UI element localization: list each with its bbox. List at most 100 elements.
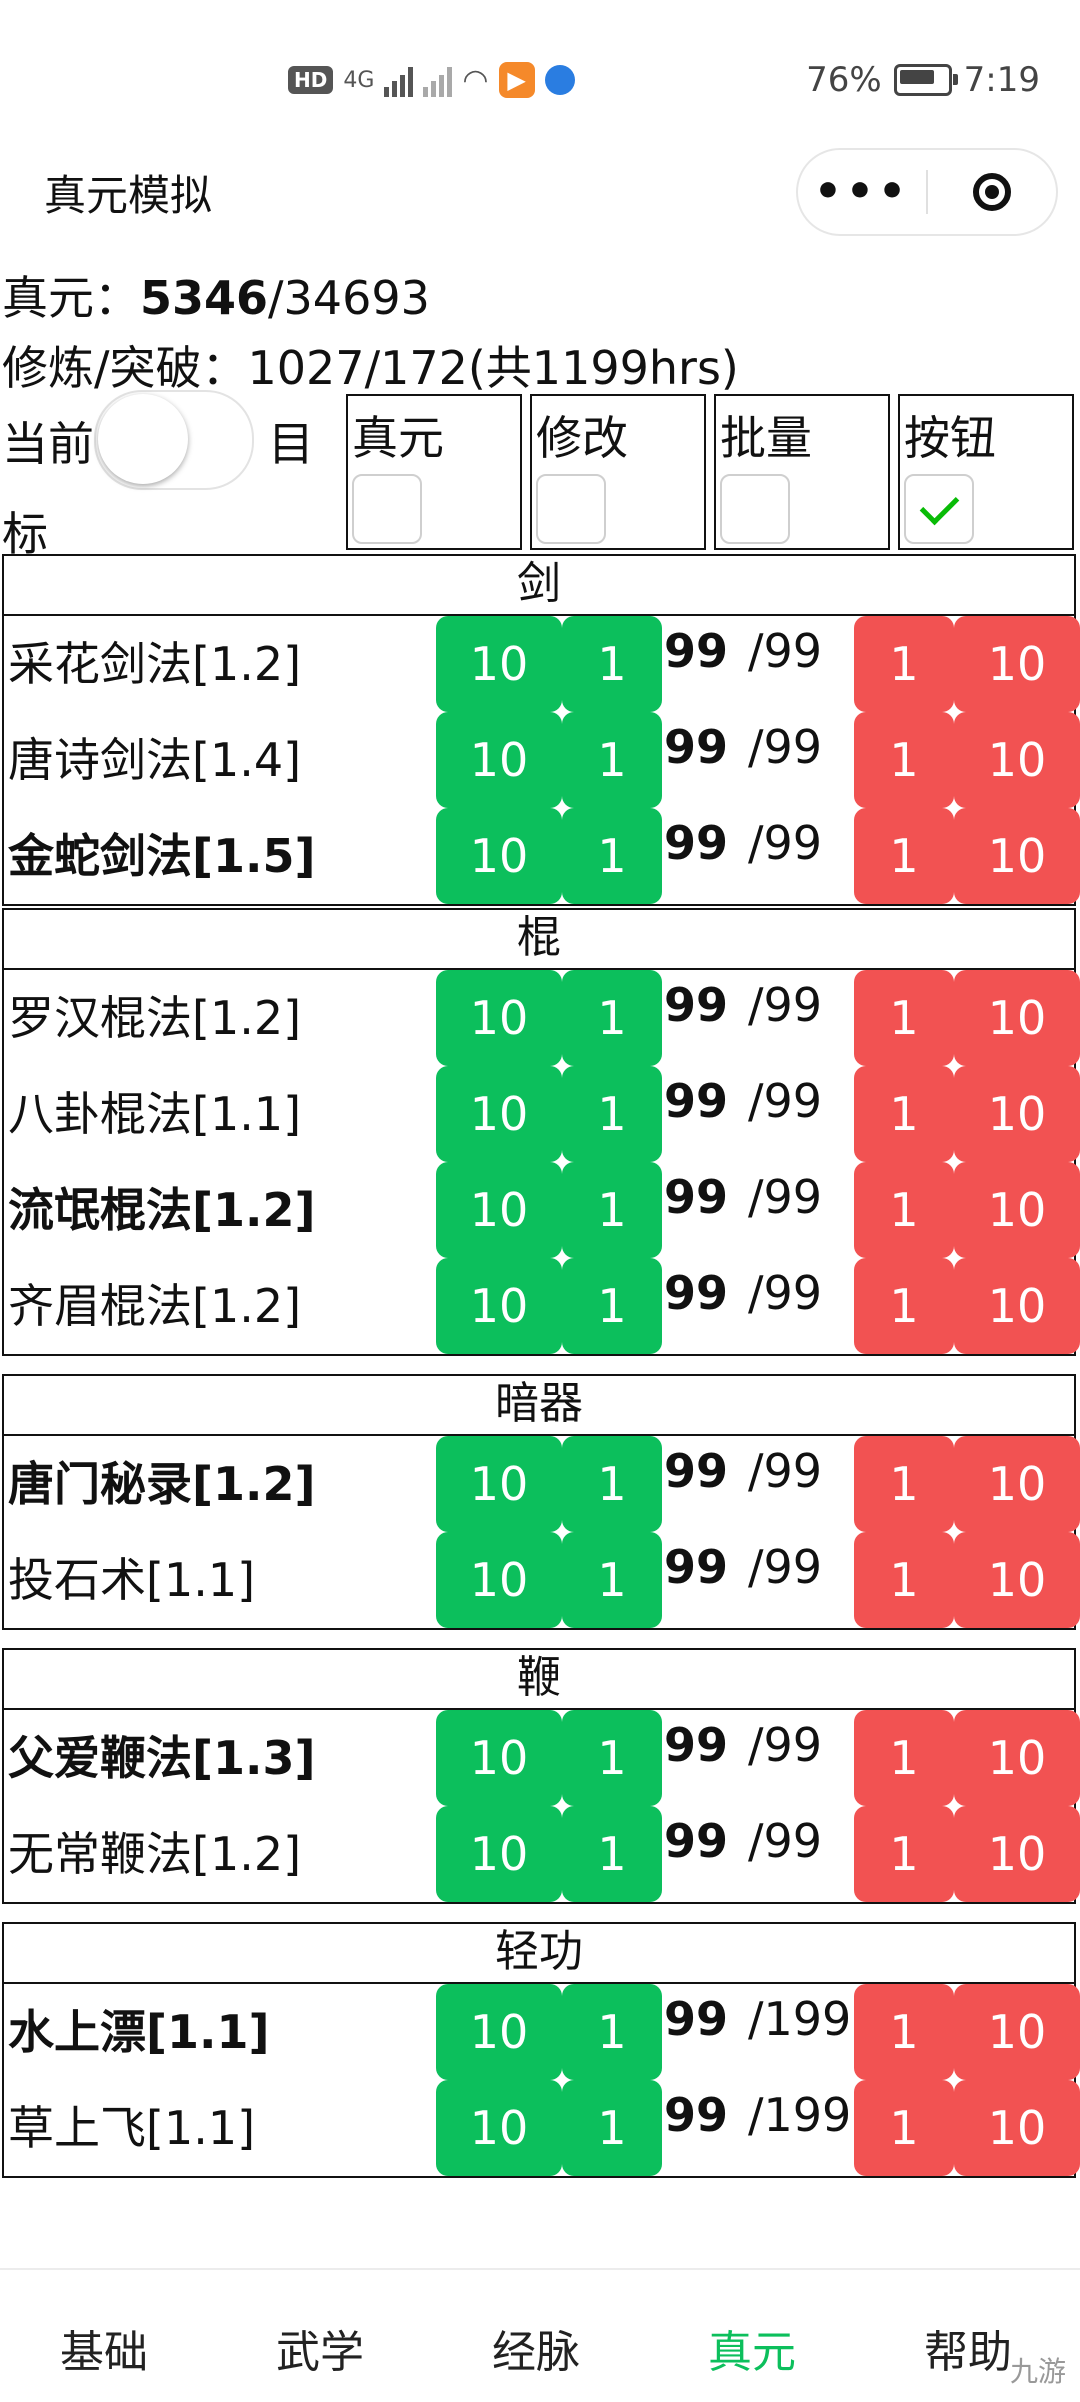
option-batch[interactable]: 批量 <box>714 394 890 550</box>
decrease-10-button[interactable]: 10 <box>954 970 1080 1066</box>
decrease-10-button[interactable]: 10 <box>954 1984 1080 2080</box>
decrease-1-button[interactable]: 1 <box>854 1710 954 1806</box>
option-checkbox-checked[interactable] <box>904 474 974 544</box>
skill-name: 罗汉棍法[1.2] <box>8 991 302 1045</box>
increase-1-button[interactable]: 1 <box>562 1066 662 1162</box>
decrease-10-button[interactable]: 10 <box>954 1532 1080 1628</box>
decrease-10-button[interactable]: 10 <box>954 616 1080 712</box>
decrease-10-button[interactable]: 10 <box>954 808 1080 904</box>
toggle-label-target: 目 <box>268 417 314 471</box>
decrease-1-button[interactable]: 1 <box>854 712 954 808</box>
increase-1-button[interactable]: 1 <box>562 970 662 1066</box>
decrease-10-button[interactable]: 10 <box>954 712 1080 808</box>
increase-10-button[interactable]: 10 <box>436 616 562 712</box>
status-icons-right: 76% 7:19 <box>806 58 1040 102</box>
capsule-menu: ••• <box>796 148 1058 236</box>
tab-help[interactable]: 帮助 <box>924 2316 1012 2380</box>
battery-icon <box>893 64 958 96</box>
skill-max: /99 <box>748 1170 823 1224</box>
zhenyuan-summary: 真元：5346/34693 <box>2 262 430 328</box>
option-label: 真元 <box>352 411 444 465</box>
increase-1-button[interactable]: 1 <box>562 1436 662 1532</box>
option-buttons[interactable]: 按钮 <box>898 394 1074 550</box>
option-checkbox[interactable] <box>352 474 422 544</box>
increase-10-button[interactable]: 10 <box>436 1436 562 1532</box>
increase-1-button[interactable]: 1 <box>562 616 662 712</box>
increase-10-button[interactable]: 10 <box>436 1806 562 1902</box>
increase-1-button[interactable]: 1 <box>562 1258 662 1354</box>
decrease-10-button[interactable]: 10 <box>954 1258 1080 1354</box>
increase-10-button[interactable]: 10 <box>436 1984 562 2080</box>
skill-max: /199 <box>748 2088 852 2142</box>
skill-name: 唐诗剑法[1.4] <box>8 733 302 787</box>
app-notification-icon: ▶ <box>498 62 535 98</box>
skill-level: 99 <box>664 1074 729 1128</box>
target-icon <box>973 173 1011 211</box>
increase-10-button[interactable]: 10 <box>436 970 562 1066</box>
decrease-10-button[interactable]: 10 <box>954 1066 1080 1162</box>
decrease-1-button[interactable]: 1 <box>854 808 954 904</box>
decrease-1-button[interactable]: 1 <box>854 970 954 1066</box>
increase-1-button[interactable]: 1 <box>562 1984 662 2080</box>
mode-controls: 当前 目 标 真元 修改 批量 按钮 <box>0 390 1080 561</box>
increase-10-button[interactable]: 10 <box>436 2080 562 2176</box>
decrease-1-button[interactable]: 1 <box>854 1984 954 2080</box>
tab-basics[interactable]: 基础 <box>60 2316 148 2380</box>
skill-level: 99 <box>664 1814 729 1868</box>
decrease-10-button[interactable]: 10 <box>954 1710 1080 1806</box>
skill-max: /99 <box>748 1266 823 1320</box>
decrease-1-button[interactable]: 1 <box>854 1066 954 1162</box>
tab-martial-arts[interactable]: 武学 <box>276 2316 364 2380</box>
increase-10-button[interactable]: 10 <box>436 712 562 808</box>
browser-notification-icon <box>544 65 575 95</box>
wifi-icon: ◠ <box>462 62 489 98</box>
skill-max: /99 <box>748 978 823 1032</box>
option-zhenyuan[interactable]: 真元 <box>346 394 522 550</box>
increase-10-button[interactable]: 10 <box>436 808 562 904</box>
option-checkbox[interactable] <box>720 474 790 544</box>
increase-1-button[interactable]: 1 <box>562 2080 662 2176</box>
increase-10-button[interactable]: 10 <box>436 1162 562 1258</box>
increase-1-button[interactable]: 1 <box>562 712 662 808</box>
decrease-1-button[interactable]: 1 <box>854 1806 954 1902</box>
decrease-10-button[interactable]: 10 <box>954 1162 1080 1258</box>
clock: 7:19 <box>963 60 1040 100</box>
increase-10-button[interactable]: 10 <box>436 1066 562 1162</box>
close-mini-program-button[interactable] <box>928 173 1056 211</box>
more-icon[interactable]: ••• <box>798 150 926 234</box>
decrease-10-button[interactable]: 10 <box>954 2080 1080 2176</box>
increase-10-button[interactable]: 10 <box>436 1710 562 1806</box>
skill-group-sword: 剑 采花剑法[1.2] 10 1 99 /99 1 10 唐诗剑法[1.4] 1… <box>2 554 1080 906</box>
decrease-10-button[interactable]: 10 <box>954 1806 1080 1902</box>
network-type-icon: 4G <box>343 67 375 93</box>
skill-max: /99 <box>748 624 823 678</box>
decrease-1-button[interactable]: 1 <box>854 1532 954 1628</box>
skill-level: 99 <box>664 1540 729 1594</box>
increase-1-button[interactable]: 1 <box>562 1532 662 1628</box>
zhenyuan-total: /34693 <box>268 271 430 325</box>
increase-1-button[interactable]: 1 <box>562 1710 662 1806</box>
skill-level: 99 <box>664 720 729 774</box>
increase-10-button[interactable]: 10 <box>436 1258 562 1354</box>
increase-10-button[interactable]: 10 <box>436 1532 562 1628</box>
skill-max: /99 <box>748 1718 823 1772</box>
tab-zhenyuan[interactable]: 真元 <box>708 2316 796 2380</box>
increase-1-button[interactable]: 1 <box>562 1806 662 1902</box>
decrease-1-button[interactable]: 1 <box>854 1436 954 1532</box>
tab-meridians[interactable]: 经脉 <box>492 2316 580 2380</box>
decrease-1-button[interactable]: 1 <box>854 1258 954 1354</box>
decrease-10-button[interactable]: 10 <box>954 1436 1080 1532</box>
skill-max: /99 <box>748 1444 823 1498</box>
toggle-label-current: 当前 <box>2 417 94 471</box>
increase-1-button[interactable]: 1 <box>562 808 662 904</box>
skill-row: 水上漂[1.1] 10 1 99 /199 1 10 <box>4 1984 1080 2080</box>
decrease-1-button[interactable]: 1 <box>854 1162 954 1258</box>
current-target-switch[interactable] <box>94 390 254 490</box>
option-modify[interactable]: 修改 <box>530 394 706 550</box>
option-checkbox[interactable] <box>536 474 606 544</box>
decrease-1-button[interactable]: 1 <box>854 616 954 712</box>
skill-max: /99 <box>748 1814 823 1868</box>
decrease-1-button[interactable]: 1 <box>854 2080 954 2176</box>
increase-1-button[interactable]: 1 <box>562 1162 662 1258</box>
skill-max: /99 <box>748 1074 823 1128</box>
